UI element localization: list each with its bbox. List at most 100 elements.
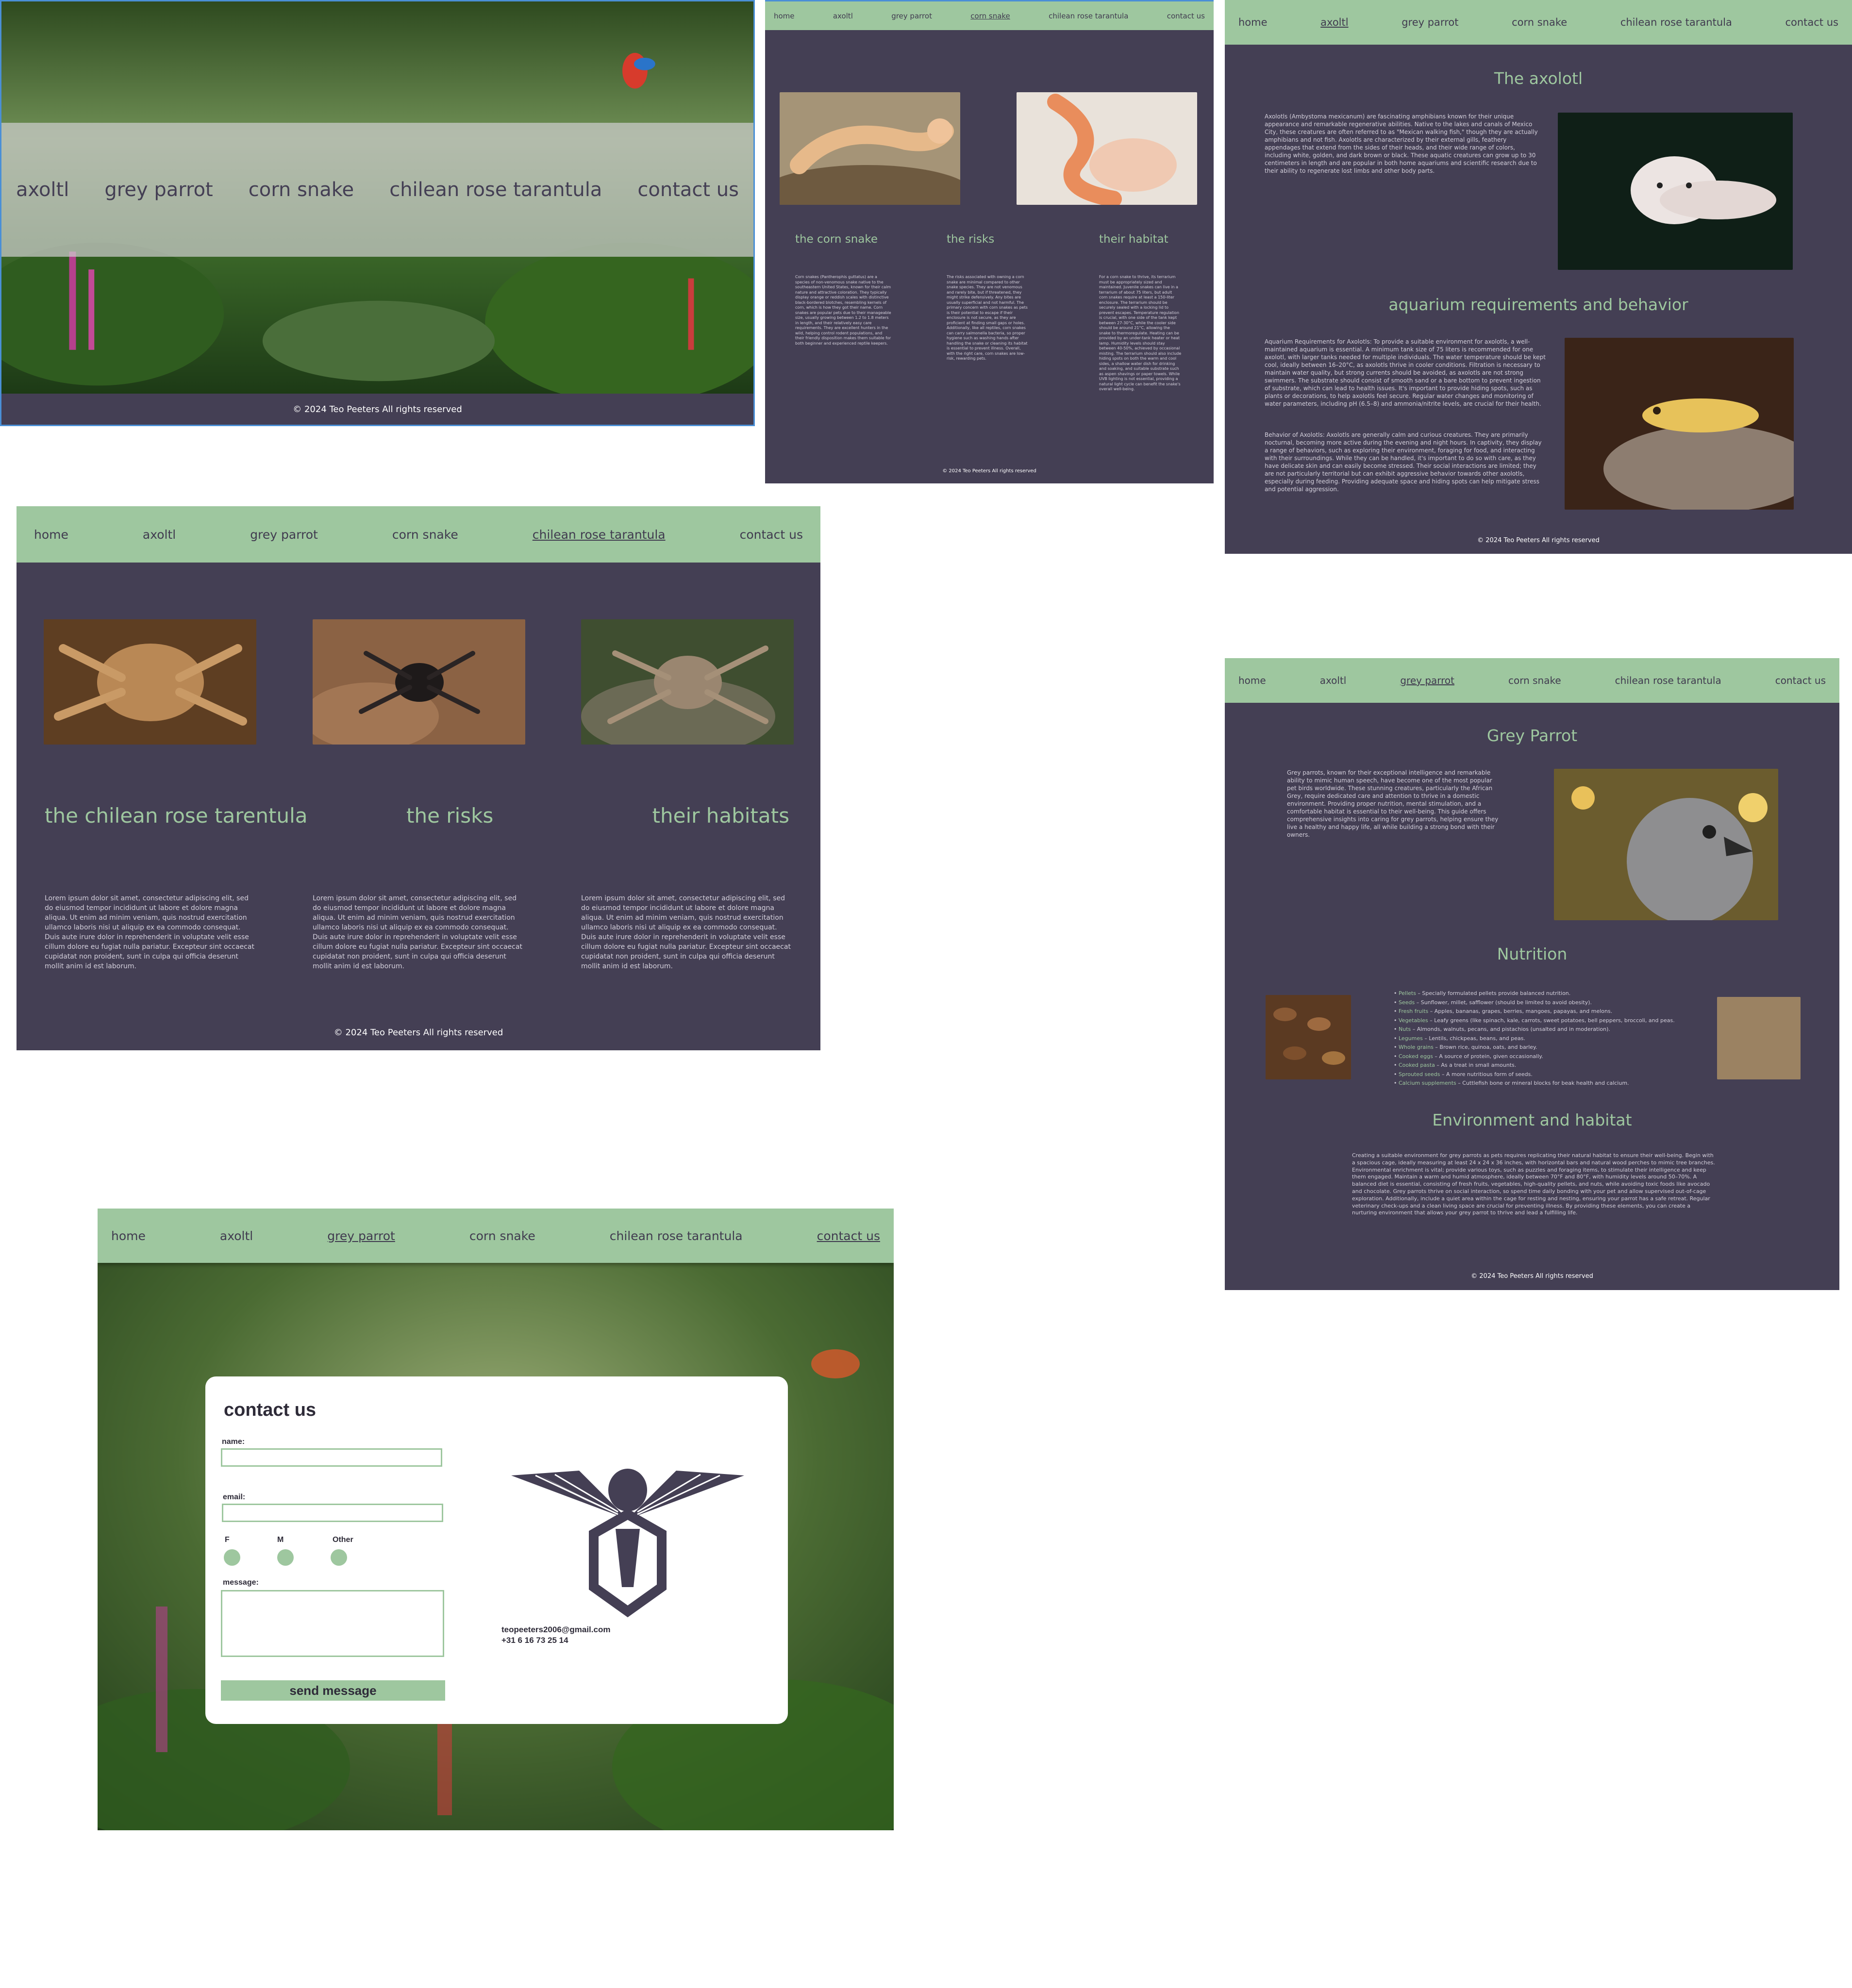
seeds-image [1717,997,1801,1079]
nutrition-item-text: – Apples, bananas, grapes, berries, mang… [1430,1008,1613,1014]
nutrition-item: • Cooked pasta – As a treat in small amo… [1394,1061,1685,1070]
bullet-icon: • [1394,1080,1399,1086]
nutrition-item-name: Cooked eggs [1399,1053,1433,1060]
nutrition-item-text: – A more nutritious form of seeds. [1442,1071,1533,1077]
contact-nav: home axoltl grey parrot corn snake chile… [98,1209,894,1263]
nutrition-item-text: – Specially formulated pellets provide b… [1418,990,1571,996]
nav-axolotl[interactable]: axoltl [220,1229,253,1243]
environment-text: Creating a suitable environment for grey… [1352,1152,1715,1216]
gender-other-radio[interactable] [331,1549,347,1566]
home-menu-tarantula[interactable]: chilean rose tarantula [389,179,602,201]
home-menu-axolotl[interactable]: axoltl [16,179,69,201]
nav-tarantula[interactable]: chilean rose tarantula [1049,12,1128,20]
home-footer: © 2024 Teo Peeters All rights reserved [293,404,462,414]
contact-card: contact us name: email: F M Other messag… [205,1376,788,1724]
bullet-icon: • [1394,1071,1399,1077]
gender-other-label: Other [333,1536,353,1544]
contact-title: contact us [224,1400,317,1420]
gender-m-label: M [277,1536,284,1544]
nutrition-item-name: Seeds [1399,999,1415,1006]
send-message-button[interactable]: send message [221,1680,445,1701]
bullet-icon: • [1394,1044,1399,1050]
snake-col-heading: their habitat [1099,233,1168,246]
nav-parrot[interactable]: grey parrot [327,1229,395,1243]
nutrition-item-name: Legumes [1399,1035,1423,1042]
message-textarea[interactable] [221,1590,444,1657]
snake-col-3: their habitat For a corn snake to thrive… [1099,233,1182,392]
nutrition-item-text: – A source of protein, given occasionall… [1435,1053,1543,1060]
email-input[interactable] [222,1504,443,1522]
environment-title: Environment and habitat [1432,1110,1632,1129]
corn-snake-image-2 [1017,92,1197,205]
nutrition-item: • Sprouted seeds – A more nutritious for… [1394,1070,1685,1079]
nav-snake[interactable]: corn snake [1512,17,1567,28]
nav-home[interactable]: home [34,528,68,542]
nav-parrot[interactable]: grey parrot [1400,675,1454,686]
nav-contact[interactable]: contact us [1775,675,1826,686]
gender-f-radio[interactable] [224,1549,240,1566]
tarantula-image-2 [313,619,525,745]
tarantula-footer: © 2024 Teo Peeters All rights reserved [334,1027,503,1038]
nutrition-item-name: Fresh fruits [1399,1008,1429,1014]
parrot-image [1554,769,1778,920]
snake-col-1: the corn snake Corn snakes (Pantherophis… [795,233,892,346]
nav-tarantula[interactable]: chilean rose tarantula [533,528,666,542]
nav-tarantula[interactable]: chilean rose tarantula [610,1229,743,1243]
nutrition-item: • Vegetables – Leafy greens (like spinac… [1394,1016,1685,1026]
nav-parrot[interactable]: grey parrot [891,12,932,20]
nuts-image [1266,995,1351,1079]
snake-col-heading: the risks [947,233,995,246]
snake-col-2: the risks The risks associated with owni… [947,233,1029,362]
axolotl-title: The axolotl [1494,69,1583,88]
grey-parrot-page: home axoltl grey parrot corn snake chile… [1225,658,1839,1290]
bullet-icon: • [1394,990,1399,996]
axolotl-requirements: Aquarium Requirements for Axolotls: To p… [1265,338,1546,407]
gender-f-label: F [225,1536,230,1544]
nutrition-item: • Cooked eggs – A source of protein, giv… [1394,1052,1685,1061]
nav-contact[interactable]: contact us [1167,12,1205,20]
nutrition-item-text: – Sunflower, millet, safflower (should b… [1416,999,1592,1006]
home-menu-band: axoltl grey parrot corn snake chilean ro… [1,123,753,257]
nav-parrot[interactable]: grey parrot [250,528,318,542]
nav-axolotl[interactable]: axoltl [1320,675,1347,686]
nutrition-item-text: – Cuttlefish bone or mineral blocks for … [1458,1080,1629,1086]
bullet-icon: • [1394,1035,1399,1042]
nutrition-item-text: – Lentils, chickpeas, beans, and peas. [1424,1035,1525,1042]
nav-home[interactable]: home [774,12,795,20]
nav-home[interactable]: home [1238,17,1268,28]
corn-snake-image-1 [780,92,960,205]
tarantula-image-3 [581,619,794,745]
nav-snake[interactable]: corn snake [392,528,458,542]
nav-contact[interactable]: contact us [1785,17,1838,28]
nav-axolotl[interactable]: axoltl [143,528,176,542]
parrot-nav: home axoltl grey parrot corn snake chile… [1225,658,1839,703]
nav-axolotl[interactable]: axoltl [1320,17,1348,28]
nav-home[interactable]: home [1238,675,1266,686]
gender-m-radio[interactable] [277,1549,294,1566]
nutrition-item: • Fresh fruits – Apples, bananas, grapes… [1394,1007,1685,1016]
tarantula-body-3: Lorem ipsum dolor sit amet, consectetur … [581,895,791,970]
nav-tarantula[interactable]: chilean rose tarantula [1620,17,1732,28]
nav-snake[interactable]: corn snake [970,12,1010,20]
bullet-icon: • [1394,1062,1399,1068]
nav-snake[interactable]: corn snake [1508,675,1561,686]
nav-contact[interactable]: contact us [817,1229,880,1243]
name-input[interactable] [221,1448,442,1467]
axolotl-nav: home axoltl grey parrot corn snake chile… [1225,0,1852,45]
home-menu-parrot[interactable]: grey parrot [104,179,213,201]
home-page: axoltl grey parrot corn snake chilean ro… [0,0,755,426]
nav-snake[interactable]: corn snake [469,1229,535,1243]
nav-contact[interactable]: contact us [740,528,803,542]
home-menu-snake[interactable]: corn snake [249,179,354,201]
bullet-icon: • [1394,1017,1399,1024]
nav-parrot[interactable]: grey parrot [1402,17,1458,28]
tarantula-heading-1: the chilean rose tarentula [45,804,308,828]
nav-tarantula[interactable]: chilean rose tarantula [1615,675,1721,686]
nav-home[interactable]: home [111,1229,146,1243]
nav-axolotl[interactable]: axoltl [833,12,853,20]
nutrition-item-text: – Almonds, walnuts, pecans, and pistachi… [1412,1026,1610,1032]
contact-email[interactable]: teopeeters2006@gmail.com [501,1625,610,1635]
home-menu-contact[interactable]: contact us [637,179,739,201]
tarantula-body-1: Lorem ipsum dolor sit amet, consectetur … [45,895,254,970]
nutrition-item-text: – Leafy greens (like spinach, kale, carr… [1430,1017,1675,1024]
